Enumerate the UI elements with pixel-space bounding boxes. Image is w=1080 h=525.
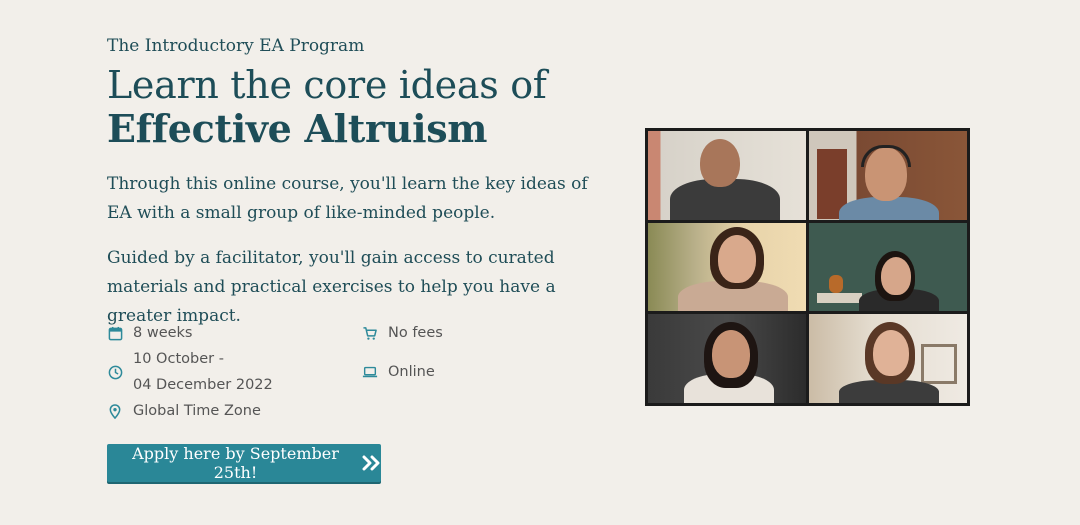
participant-head [718,234,756,283]
double-chevron-right-icon [361,455,381,471]
participant-head [881,256,911,295]
fact-fees: No fees [362,320,443,346]
participant-tile [648,222,806,312]
fact-dates: 10 October - 04 December 2022 [107,346,283,398]
calendar-icon [107,325,123,341]
page-title-line1: Learn the core ideas of [107,63,547,107]
timezone-text: Global Time Zone [133,403,261,419]
video-call-photo [645,128,970,406]
page-title: Learn the core ideas of Effective Altrui… [107,63,627,151]
clock-icon [107,364,123,380]
participant-head [712,330,750,379]
apply-button[interactable]: Apply here by September 25th! [107,444,381,482]
location-pin-icon [107,403,123,419]
fact-duration: 8 weeks [107,320,193,346]
headphones-shape [861,145,911,167]
fact-timezone: Global Time Zone [107,398,261,424]
course-facts: 8 weeks 10 October - 04 December 2022 Gl… [107,320,527,425]
intro-paragraph-2: Guided by a facilitator, you'll gain acc… [107,248,556,326]
dates-start: 10 October - [133,351,224,367]
books-shape [817,292,862,303]
participant-tile [648,131,806,220]
page-title-line2: Effective Altruism [107,106,488,151]
dates-text: 10 October - 04 December 2022 [133,346,283,398]
apply-button-label: Apply here by September 25th! [132,444,339,482]
cart-icon [362,325,378,341]
program-label: The Introductory EA Program [107,36,365,56]
duration-text: 8 weeks [133,325,193,341]
participant-tile [809,131,967,220]
participant-tile [809,222,967,312]
participant-head [873,330,909,377]
participant-tile [648,314,806,403]
dates-end: 04 December 2022 [133,377,273,393]
intro-section: The Introductory EA Program Learn the co… [107,34,627,331]
vase-shape [829,274,843,293]
picture-frame-shape [921,344,957,385]
participant-tile [809,314,967,403]
fees-text: No fees [388,325,443,341]
mode-text: Online [388,364,435,380]
intro-paragraph-1: Through this online course, you'll learn… [107,174,588,223]
laptop-icon [362,364,378,380]
participant-head [700,139,740,187]
fact-mode: Online [362,359,435,385]
